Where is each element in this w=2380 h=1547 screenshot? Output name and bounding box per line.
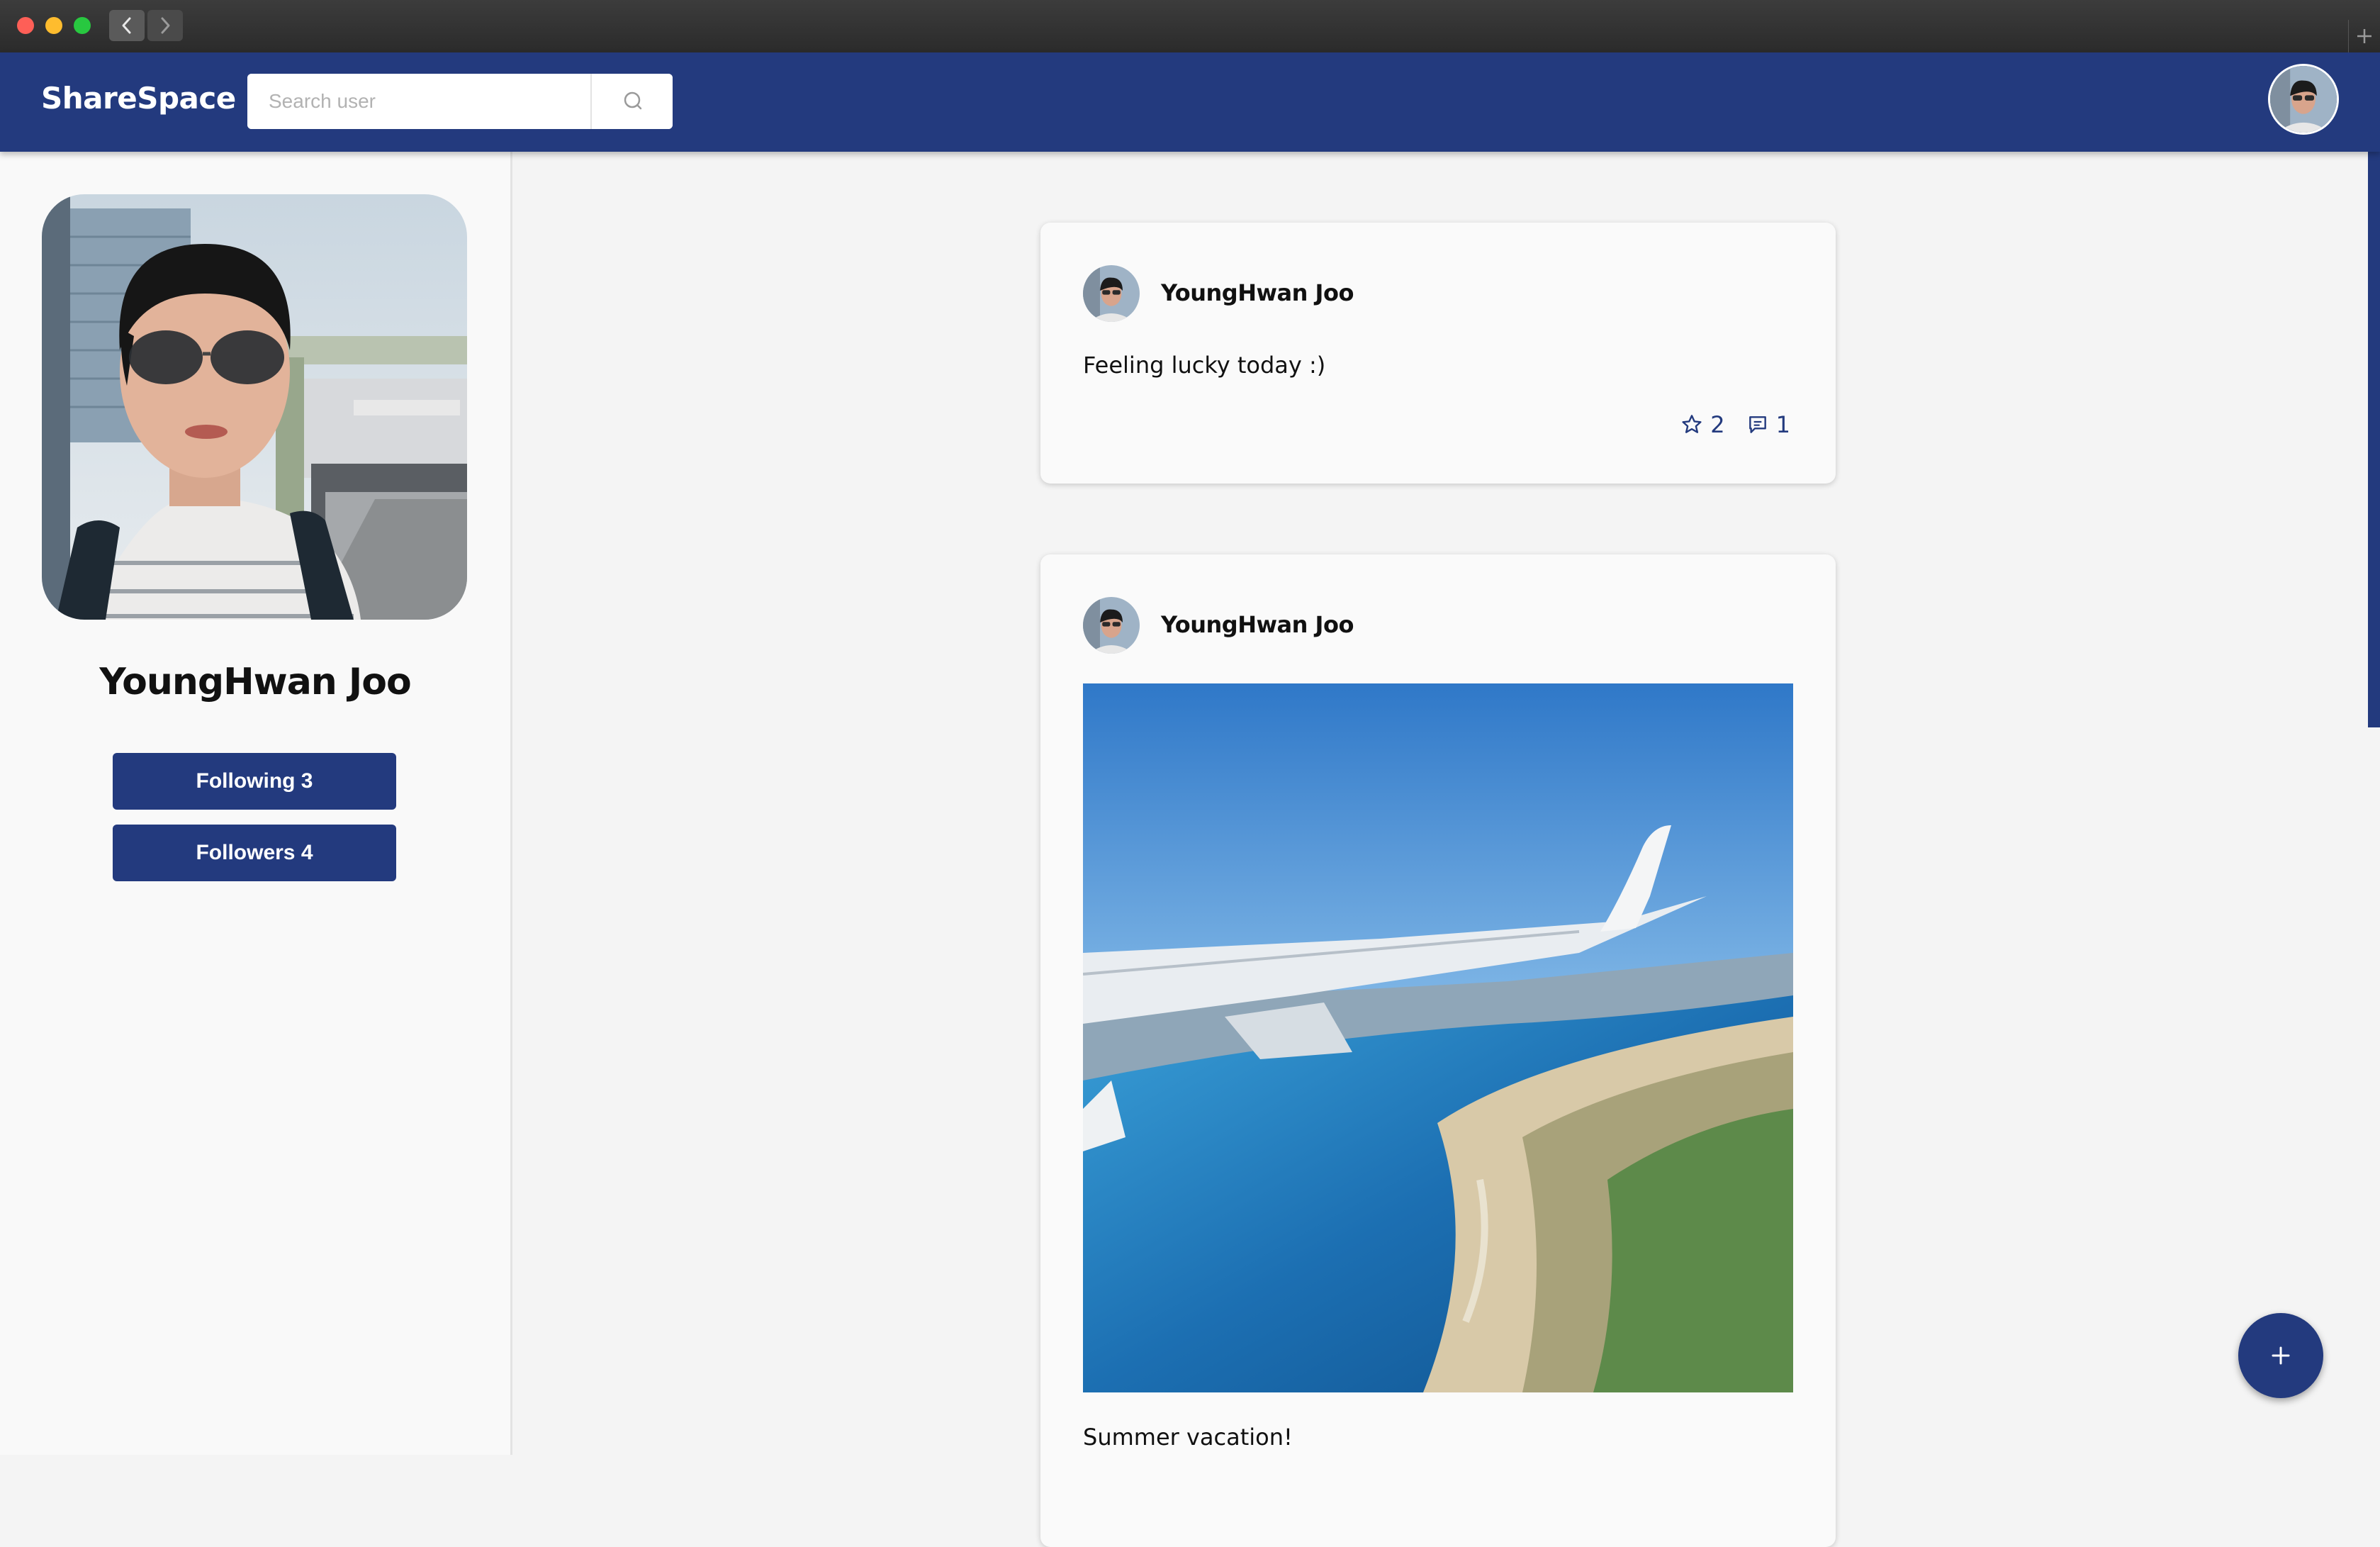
post-card: YoungHwan Joo Summer vacation! xyxy=(1040,554,1836,1547)
comment-button[interactable]: 1 xyxy=(1746,411,1790,438)
brand-logo[interactable]: ShareSpace xyxy=(41,81,236,116)
plus-icon xyxy=(2357,29,2371,43)
post-image[interactable] xyxy=(1083,683,1793,1392)
star-count: 2 xyxy=(1710,411,1725,438)
chevron-left-icon xyxy=(122,17,131,34)
post-text: Feeling lucky today :) xyxy=(1083,352,1326,379)
chevron-right-icon xyxy=(161,17,170,34)
scrollbar-thumb[interactable] xyxy=(2368,152,2380,727)
comment-icon xyxy=(1748,416,1766,433)
avatar-image xyxy=(2270,66,2337,133)
post-author[interactable]: YoungHwan Joo xyxy=(1161,279,1354,306)
minimize-window-button[interactable] xyxy=(45,17,62,34)
following-button[interactable]: Following 3 xyxy=(113,753,396,810)
star-button[interactable]: 2 xyxy=(1680,411,1725,438)
forward-button[interactable] xyxy=(147,10,183,41)
browser-chrome xyxy=(0,0,2380,54)
search-icon xyxy=(624,91,642,110)
post-caption: Summer vacation! xyxy=(1083,1424,1293,1451)
post-reactions: 2 1 xyxy=(1680,411,1790,438)
back-button[interactable] xyxy=(109,10,145,41)
comment-count: 1 xyxy=(1775,411,1790,438)
create-post-button[interactable] xyxy=(2238,1313,2323,1398)
search-bar xyxy=(247,74,673,129)
profile-name: YoungHwan Joo xyxy=(99,661,411,703)
app-header: ShareSpace xyxy=(0,52,2380,152)
user-avatar[interactable] xyxy=(2268,64,2339,135)
search-button[interactable] xyxy=(590,74,673,129)
new-tab-button[interactable] xyxy=(2348,20,2380,52)
post-author[interactable]: YoungHwan Joo xyxy=(1161,611,1354,638)
maximize-window-button[interactable] xyxy=(74,17,91,34)
close-window-button[interactable] xyxy=(17,17,34,34)
author-avatar[interactable] xyxy=(1083,597,1140,654)
post-card: YoungHwan Joo Feeling lucky today :) 2 1 xyxy=(1040,223,1836,484)
followers-button[interactable]: Followers 4 xyxy=(113,825,396,881)
author-avatar[interactable] xyxy=(1083,265,1140,322)
search-input[interactable] xyxy=(247,74,590,129)
profile-sidebar: YoungHwan Joo Following 3 Followers 4 xyxy=(0,152,512,1455)
star-icon xyxy=(1682,415,1702,433)
profile-photo xyxy=(42,194,467,620)
plus-icon xyxy=(2272,1346,2290,1365)
